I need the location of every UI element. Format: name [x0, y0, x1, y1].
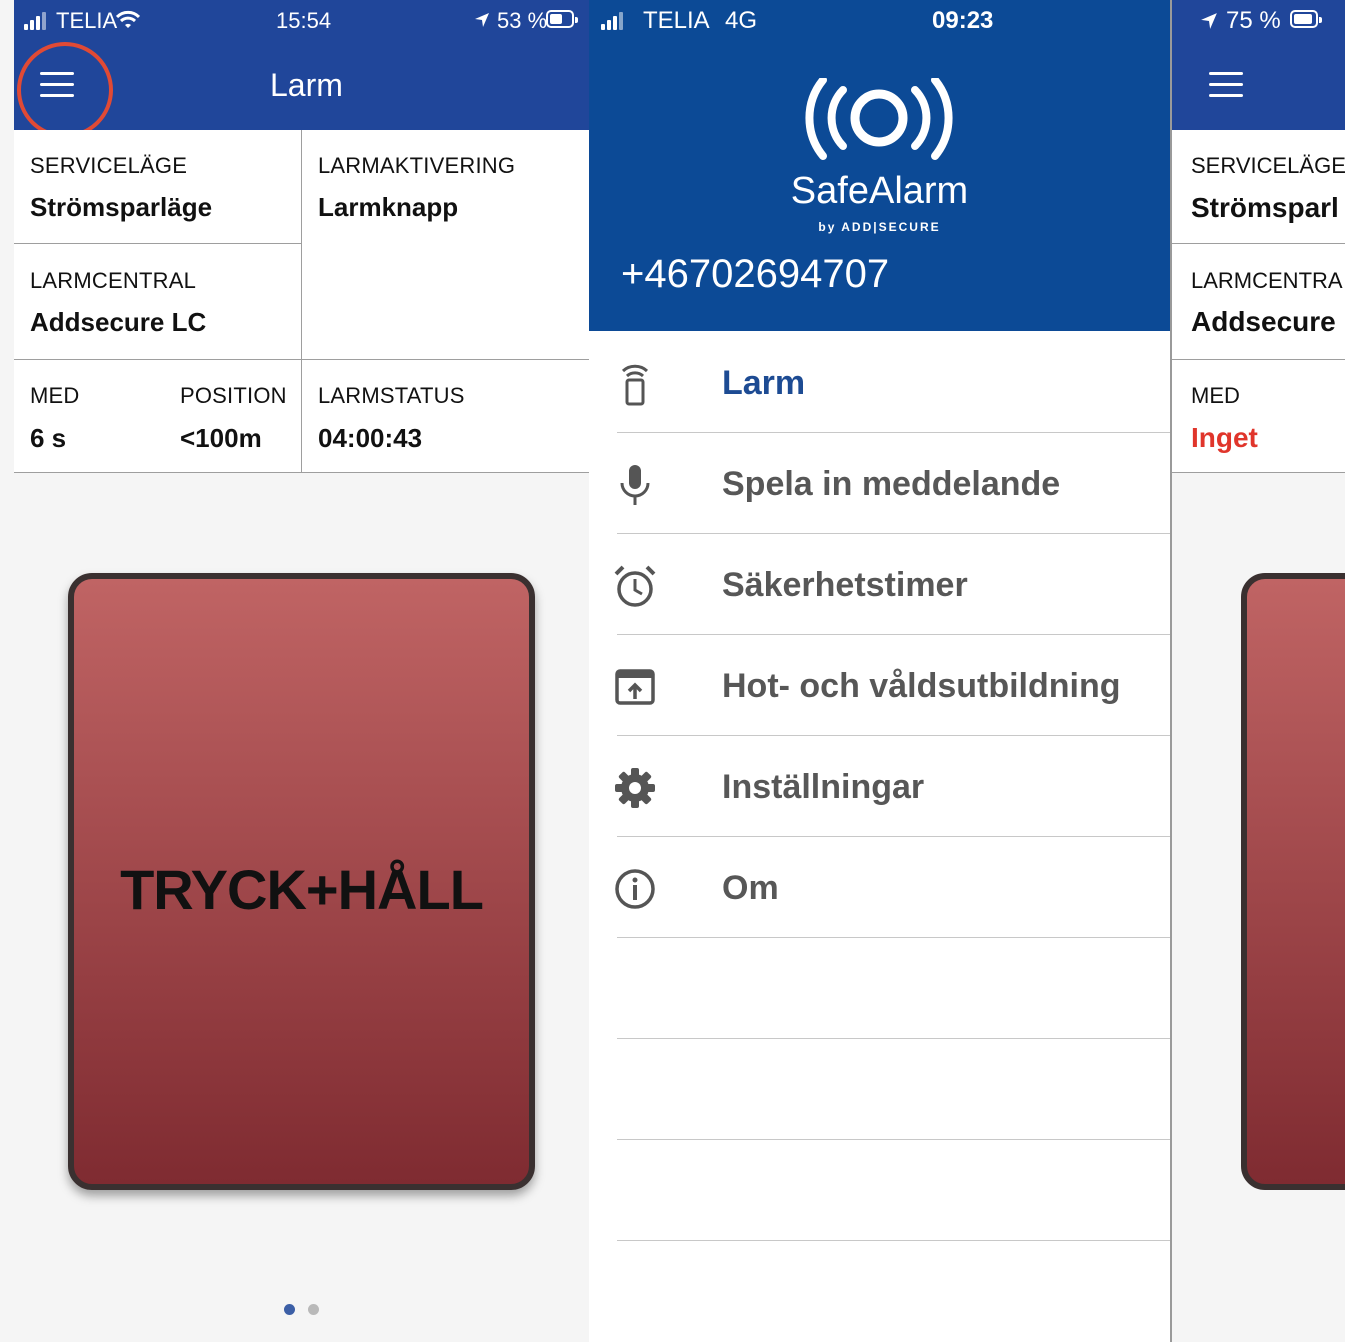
larmcentral-label: LARMCENTRA [1191, 268, 1343, 293]
alarm-button[interactable] [1241, 573, 1345, 1190]
position-label: POSITION [180, 383, 287, 408]
menu-item-label: Inställningar [722, 768, 925, 806]
divider [1170, 243, 1345, 244]
larmstatus-label: LARMSTATUS [318, 383, 465, 408]
menu-item-hot-och-valdsutbildning[interactable]: Hot- och våldsutbildning [589, 635, 1170, 735]
hamburger-menu-icon[interactable] [1209, 72, 1243, 98]
info-panel: SERVICELÄGE Strömsparläge LARMAKTIVERING… [14, 130, 589, 473]
clock: 15:54 [276, 8, 332, 33]
phone-number: +46702694707 [621, 252, 890, 296]
divider [617, 1240, 1170, 1241]
menu-item-label: Säkerhetstimer [722, 566, 968, 604]
location-arrow-icon [1201, 13, 1217, 29]
larmcentral-label: LARMCENTRAL [30, 268, 197, 293]
battery-percent: 75 % [1226, 7, 1281, 34]
carrier-name: TELIA [643, 7, 710, 34]
broadcast-icon [805, 78, 953, 160]
med-label: MED [1191, 383, 1240, 408]
divider [301, 130, 302, 473]
divider [1170, 359, 1345, 360]
larmaktivering-value: Larmknapp [318, 192, 459, 222]
battery-icon [546, 10, 578, 28]
network-type: 4G [725, 7, 758, 34]
signal-icon [601, 12, 623, 30]
alarm-button-label: TRYCK+HÅLL [120, 858, 484, 921]
menu-item-label: Larm [722, 364, 806, 402]
alarm-button[interactable]: TRYCK+HÅLL [68, 573, 535, 1190]
larmcentral-value: Addsecure LC [30, 307, 207, 337]
microphone-icon [620, 465, 650, 505]
highlight-circle [17, 42, 113, 138]
brand-byline: by ADD|SECURE [818, 220, 941, 234]
larmstatus-value: 04:00:43 [318, 423, 423, 453]
divider [14, 243, 301, 244]
alarm-clock-icon [614, 565, 656, 607]
info-panel: SERVICELÄGE Strömsparl LARMCENTRA Addsec… [1170, 130, 1345, 473]
side-menu: TELIA 4G 09:23 SafeAlarm by ADD|SECURE +… [589, 0, 1170, 1342]
med-label: MED [30, 383, 80, 408]
location-arrow-icon [475, 13, 489, 27]
menu-item-sakerhetstimer[interactable]: Säkerhetstimer [589, 534, 1170, 634]
divider [1170, 472, 1345, 473]
carrier-name: TELIA [56, 8, 118, 33]
status-bar: 75 % [1170, 0, 1345, 41]
larm-screen: TELIA 15:54 53 % Larm SERVICELÄGE Ströms… [0, 0, 589, 1342]
brand-name: SafeAlarm [790, 170, 969, 212]
remote-icon [621, 364, 649, 406]
serviceläge-label: SERVICELÄGE [1191, 153, 1345, 178]
menu-item-larm[interactable]: Larm [589, 332, 1170, 432]
drawer-edge-shadow [1170, 0, 1172, 1342]
menu-item-label: Hot- och våldsutbildning [722, 667, 1121, 705]
page-dot[interactable] [308, 1304, 319, 1315]
med-value: 6 s [30, 423, 67, 453]
serviceläge-value: Strömsparl [1191, 192, 1339, 223]
divider [617, 1038, 1170, 1039]
divider [617, 1139, 1170, 1140]
menu-item-label: Om [722, 869, 779, 907]
larm-screen-partial: 75 % SERVICELÄGE Strömsparl LARMCENTRA A… [1170, 0, 1345, 1342]
info-icon [615, 869, 655, 909]
menu-item-installningar[interactable]: Inställningar [589, 736, 1170, 836]
divider [14, 472, 589, 473]
clock: 09:23 [932, 7, 994, 34]
serviceläge-value: Strömsparläge [30, 192, 213, 222]
larmaktivering-label: LARMAKTIVERING [318, 153, 516, 178]
battery-icon [1290, 10, 1322, 28]
larmcentral-value: Addsecure [1191, 306, 1336, 337]
nav-bar [1170, 41, 1345, 130]
menu-header: TELIA 4G 09:23 SafeAlarm by ADD|SECURE +… [589, 0, 1170, 331]
page-title: Larm [270, 67, 343, 103]
divider [617, 937, 1170, 938]
open-external-icon [615, 669, 655, 705]
gear-icon [615, 768, 655, 808]
page-dot-active[interactable] [284, 1304, 295, 1315]
menu-item-label: Spela in meddelande [722, 465, 1061, 503]
serviceläge-label: SERVICELÄGE [30, 153, 188, 178]
divider [14, 359, 589, 360]
med-value: Inget [1191, 422, 1258, 453]
battery-percent: 53 % [497, 8, 548, 33]
position-value: <100m [180, 423, 262, 453]
menu-item-spela-in-meddelande[interactable]: Spela in meddelande [589, 433, 1170, 533]
wifi-icon [116, 10, 140, 28]
signal-icon [24, 12, 46, 30]
menu-item-om[interactable]: Om [589, 837, 1170, 937]
status-bar: TELIA 15:54 53 % [14, 0, 589, 41]
